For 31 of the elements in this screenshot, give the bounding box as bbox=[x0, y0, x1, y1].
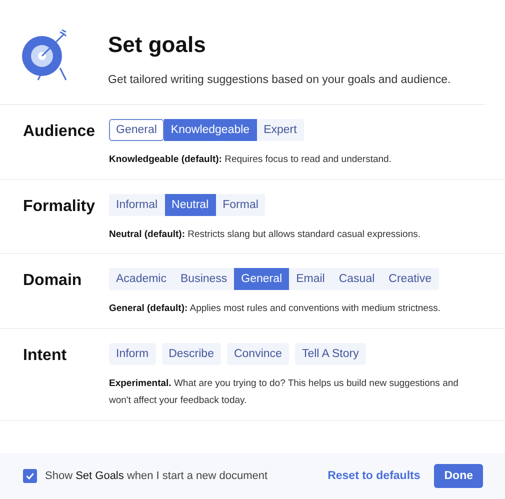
section-label: Domain bbox=[23, 271, 83, 292]
option-button[interactable]: Creative bbox=[382, 268, 438, 290]
section-label: Formality bbox=[23, 196, 96, 217]
option-button[interactable]: Inform bbox=[109, 342, 156, 365]
section-label: Audience bbox=[23, 122, 96, 142]
option-description: Neutral (default): Restricts slang but allows standard casual expressions. bbox=[109, 228, 421, 242]
dialog-title: Set goals bbox=[108, 32, 207, 58]
option-button[interactable]: Casual bbox=[332, 268, 382, 290]
option-button[interactable]: Neutral bbox=[164, 194, 216, 216]
option-button[interactable]: General bbox=[234, 268, 290, 290]
option-button[interactable]: Convince bbox=[226, 342, 289, 365]
option-button[interactable]: Describe bbox=[162, 342, 221, 365]
option-description: General (default): Applies most rules and conventions with medium strictness. bbox=[109, 302, 441, 316]
section-label: Intent bbox=[23, 346, 68, 366]
option-button[interactable]: Tell A Story bbox=[294, 342, 366, 365]
option-button[interactable]: Academic bbox=[109, 268, 174, 290]
option-button[interactable]: Email bbox=[289, 268, 332, 290]
checkbox[interactable] bbox=[23, 469, 37, 483]
option-description: Experimental. What are you trying to do? This helps us build new suggestions and won't affect your feedback today. bbox=[109, 376, 460, 408]
dialog-subtitle: Get tailored writing suggestions based on your goals and audience. bbox=[108, 74, 451, 86]
done-button[interactable]: Done bbox=[434, 464, 483, 488]
option-button[interactable]: Formal bbox=[216, 194, 266, 216]
checkbox-label: Show Set Goals when I start a new document bbox=[45, 470, 268, 482]
option-button[interactable]: Expert bbox=[256, 119, 304, 141]
check-icon bbox=[25, 471, 35, 481]
reset-link[interactable]: Reset to defaults bbox=[326, 468, 422, 484]
option-button[interactable]: Informal bbox=[109, 194, 165, 216]
option-button[interactable]: General bbox=[109, 119, 164, 141]
option-description: Knowledgeable (default): Requires focus to read and understand. bbox=[109, 153, 392, 167]
option-button[interactable]: Knowledgeable bbox=[164, 119, 257, 141]
option-button[interactable]: Business bbox=[174, 268, 234, 290]
